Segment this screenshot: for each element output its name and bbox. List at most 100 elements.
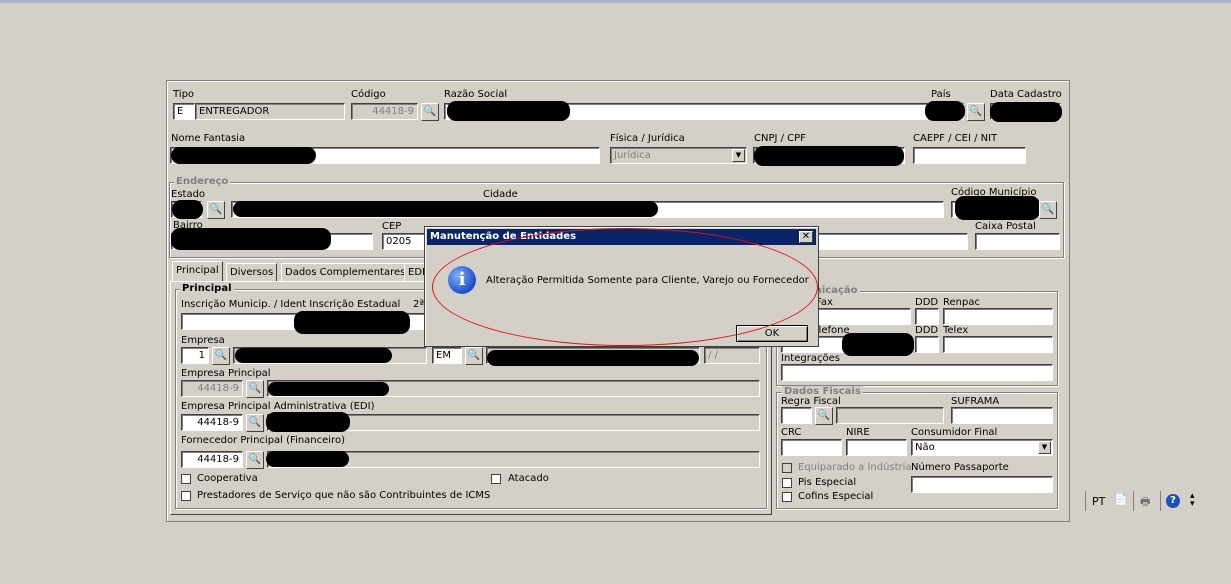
empresa-label: Empresa (181, 335, 225, 346)
fornecedor-label: Fornecedor Principal (Financeiro) (181, 435, 345, 446)
integracoes-field[interactable] (781, 364, 1053, 381)
chevron-down-icon[interactable]: ▼ (1038, 441, 1051, 454)
ddd2-field[interactable] (915, 336, 939, 353)
address-extra-field[interactable] (812, 233, 968, 250)
consumidor-final-value: Não (915, 442, 935, 453)
help-icon[interactable]: ? (1166, 494, 1180, 508)
pdf-icon[interactable]: 📄 (1114, 493, 1128, 506)
binoculars-icon[interactable]: 🔍 (246, 380, 264, 398)
telex-field[interactable] (943, 336, 1053, 353)
binoculars-icon[interactable]: 🔍 (1039, 201, 1057, 219)
fisica-juridica-select[interactable]: Jurídica ▼ (610, 147, 747, 164)
binoculars-icon[interactable]: 🔍 (246, 451, 264, 469)
binoculars-icon[interactable]: 🔍 (967, 103, 985, 121)
nire-field[interactable] (846, 439, 907, 456)
tab-diversos[interactable]: Diversos (226, 263, 278, 281)
regra-fiscal-label: Regra Fiscal (781, 396, 841, 407)
cep-label: CEP (382, 221, 402, 232)
binoculars-icon[interactable]: 🔍 (421, 103, 439, 121)
cnpj-label: CNPJ / CPF (754, 133, 806, 144)
crc-field[interactable] (781, 439, 842, 456)
consumidor-final-label: Consumidor Final (911, 427, 998, 438)
cooperativa-label: Cooperativa (197, 473, 258, 484)
redaction-mark (955, 196, 1040, 220)
integracoes-label: Integrações (781, 353, 840, 364)
inscricao-extra-label: 2ª (413, 299, 425, 310)
codigo-label: Código (351, 89, 386, 100)
fisica-juridica-value: Jurídica (614, 150, 651, 161)
redaction-mark (235, 348, 392, 363)
renpac-field[interactable] (943, 308, 1053, 325)
nire-label: NIRE (846, 427, 870, 438)
ok-button[interactable]: OK (736, 325, 808, 342)
redaction-mark (266, 412, 350, 432)
passaporte-label: Número Passaporte (911, 462, 1009, 473)
caepf-field[interactable] (913, 147, 1026, 164)
overflow-icon[interactable]: ▴ ▾ (1190, 492, 1195, 509)
binoculars-icon[interactable]: 🔍 (815, 407, 833, 425)
printer-icon[interactable]: 🖶 (1140, 493, 1150, 512)
redaction-mark (233, 201, 658, 217)
renpac-label: Renpac (943, 297, 980, 308)
binoculars-icon[interactable]: 🔍 (246, 414, 264, 432)
binoculars-icon[interactable]: 🔍 (207, 201, 225, 219)
empresa-adm-label: Empresa Principal Administrativa (EDI) (181, 401, 375, 412)
tipo-code-field[interactable]: E (173, 103, 195, 120)
tab-principal[interactable]: Principal (172, 261, 223, 281)
caepf-label: CAEPF / CEI / NIT (913, 133, 998, 144)
consumidor-final-select[interactable]: Não ▼ (911, 439, 1053, 456)
language-indicator[interactable]: PT (1092, 495, 1105, 508)
equiparado-label: Equiparado a Indústria (798, 462, 912, 473)
regra-fiscal-name-field (836, 407, 944, 424)
regra-fiscal-field[interactable] (781, 407, 812, 424)
empresa-principal-field: 44418-9 (181, 380, 243, 397)
caixa-postal-field[interactable] (975, 233, 1060, 250)
cofins-especial-checkbox[interactable] (782, 492, 792, 502)
suframa-field[interactable] (951, 407, 1053, 424)
redaction-mark (487, 350, 699, 366)
empresa-principal-label: Empresa Principal (181, 368, 271, 379)
redaction-mark (925, 101, 965, 121)
tipo-label: Tipo (173, 89, 195, 100)
chevron-down-icon[interactable]: ▼ (732, 149, 745, 162)
info-icon: i (448, 266, 476, 294)
inscricao-label: Inscrição Municip. / Ident Inscrição Est… (181, 299, 401, 310)
ddd2-label: DDD (915, 325, 939, 336)
redaction-mark (268, 382, 389, 396)
cofins-especial-label: Cofins Especial (798, 491, 874, 502)
nome-fantasia-label: Nome Fantasia (171, 133, 246, 144)
pis-especial-label: Pis Especial (798, 477, 857, 488)
suframa-label: SUFRAMA (951, 396, 1000, 407)
endereco-group-title: Endereço (174, 176, 231, 187)
prestadores-label: Prestadores de Serviço que não são Contr… (197, 490, 491, 501)
redaction-mark (171, 147, 316, 164)
redaction-mark (754, 146, 904, 166)
tab-dados-complementares[interactable]: Dados Complementares (281, 263, 410, 281)
codigo-field: 44418-9 (351, 103, 418, 120)
binoculars-icon[interactable]: 🔍 (212, 347, 230, 365)
ddd-field[interactable] (915, 308, 939, 325)
empresa-adm-field[interactable]: 44418-9 (181, 414, 243, 431)
toolbar-separator (1085, 491, 1086, 511)
atacado-checkbox[interactable] (491, 474, 501, 484)
date-field: / / (704, 347, 760, 364)
razao-social-label: Razão Social (444, 89, 508, 100)
redaction-mark (172, 200, 203, 219)
equiparado-checkbox[interactable] (782, 463, 792, 473)
prestadores-checkbox[interactable] (181, 491, 191, 501)
redaction-mark (266, 451, 349, 467)
window-top-border (0, 0, 1231, 3)
passaporte-field[interactable] (911, 476, 1053, 493)
estado-label: Estado (171, 189, 206, 200)
fornecedor-field[interactable]: 44418-9 (181, 451, 243, 468)
pis-especial-checkbox[interactable] (782, 478, 792, 488)
binoculars-icon[interactable]: 🔍 (465, 347, 483, 365)
cooperativa-checkbox[interactable] (181, 474, 191, 484)
data-cadastro-label: Data Cadastro (990, 89, 1062, 100)
tipo-value-field: ENTREGADOR (195, 103, 345, 120)
close-icon[interactable]: ✕ (799, 231, 813, 243)
fisica-juridica-label: Física / Jurídica (610, 133, 685, 144)
empresa-field[interactable]: 1 (181, 347, 209, 364)
em-field[interactable]: EM (432, 347, 462, 364)
dialog-message: Alteração Permitida Somente para Cliente… (486, 275, 809, 286)
